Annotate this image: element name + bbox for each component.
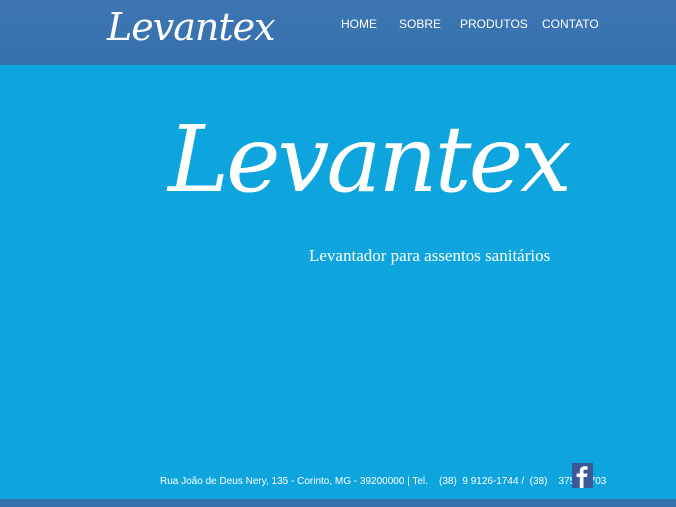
hero-tagline: Levantador para assentos sanitários <box>309 246 551 265</box>
footer-address: Rua João de Deus Nery, 135 - Corinto, MG… <box>160 476 607 487</box>
nav-contato[interactable]: CONTATO <box>542 15 599 33</box>
site-header: Levantex HOME SOBRE PRODUTOS CONTATO <box>0 0 676 65</box>
main-nav: HOME SOBRE PRODUTOS CONTATO <box>0 15 676 35</box>
facebook-icon[interactable] <box>572 463 593 488</box>
hero-logo: Levantex <box>168 106 572 213</box>
page: Levantex HOME SOBRE PRODUTOS CONTATO Lev… <box>0 0 676 507</box>
nav-produtos[interactable]: PRODUTOS <box>460 15 528 33</box>
facebook-glyph <box>572 463 593 488</box>
nav-sobre[interactable]: SOBRE <box>399 15 441 33</box>
bottom-bar <box>0 499 676 507</box>
nav-home[interactable]: HOME <box>341 15 377 33</box>
